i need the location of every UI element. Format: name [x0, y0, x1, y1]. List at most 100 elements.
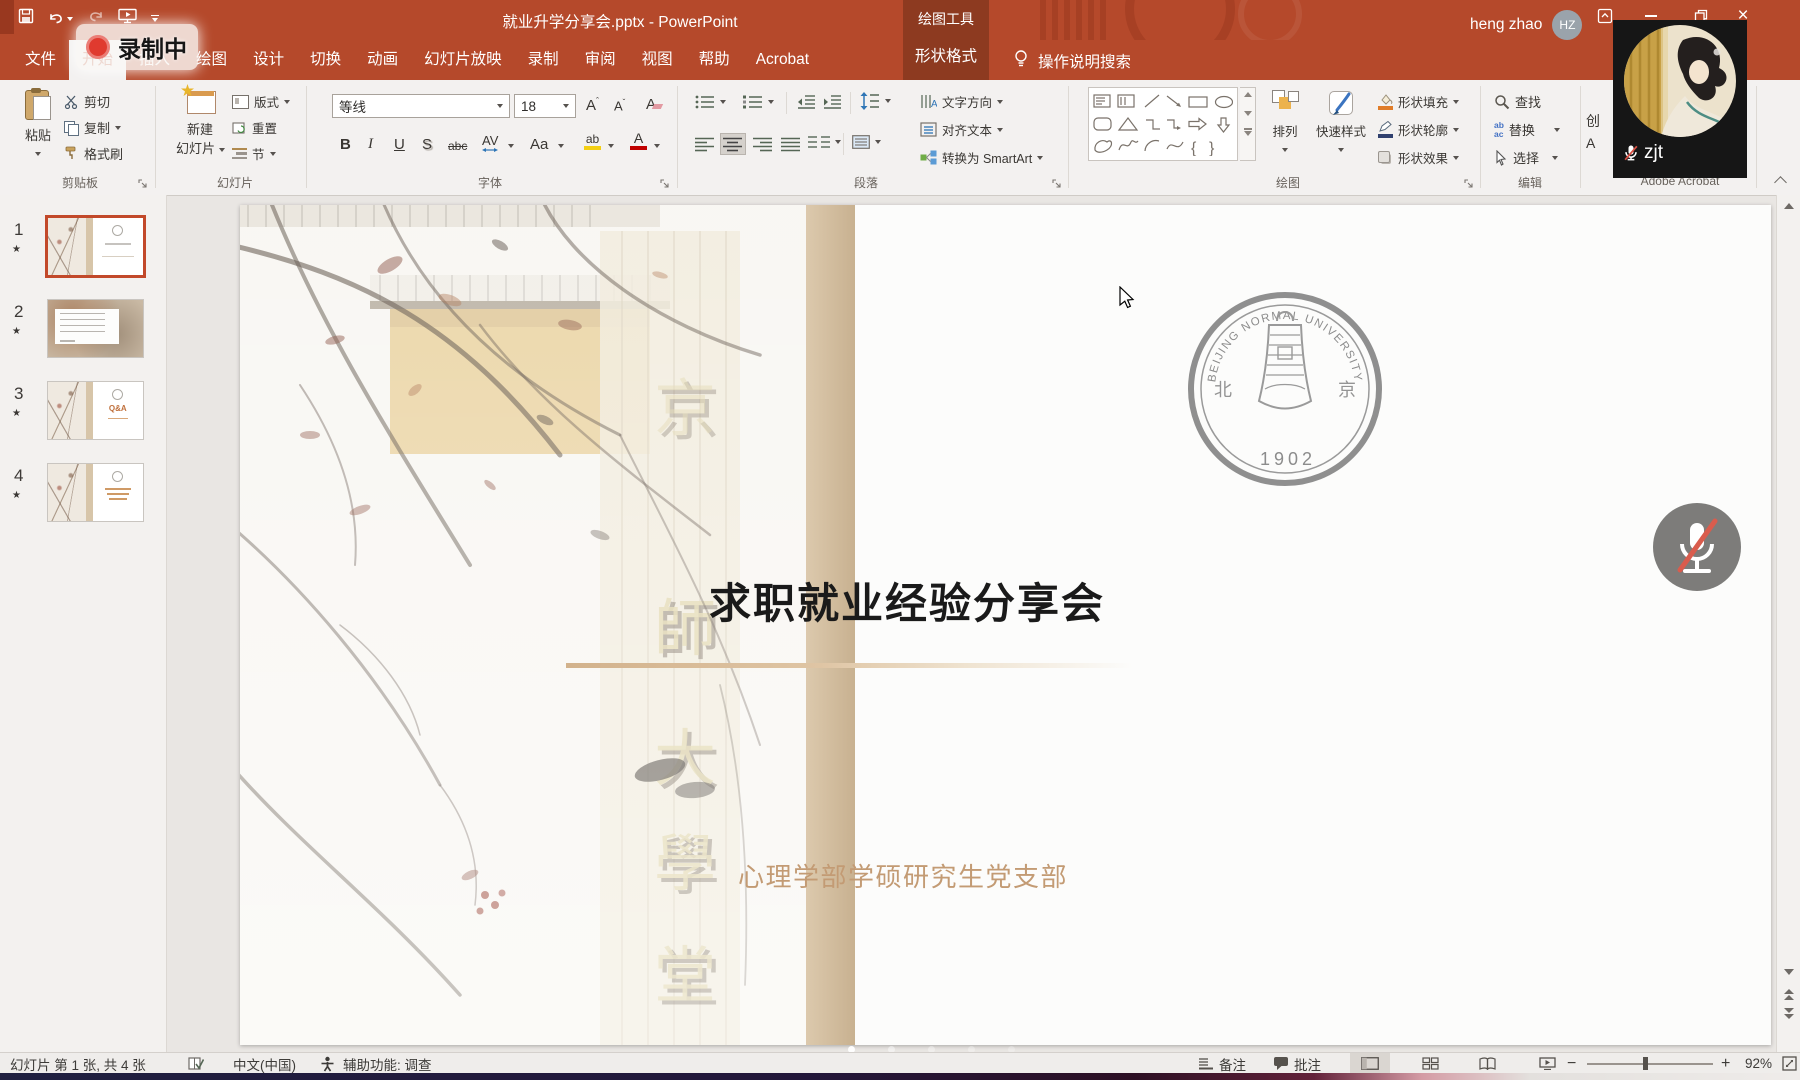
highlight-color-button[interactable]: ab	[584, 133, 601, 150]
tab-view[interactable]: 视图	[629, 40, 686, 80]
bold-button[interactable]: B	[340, 136, 351, 153]
new-slide-button[interactable]: 新建 幻灯片	[176, 88, 224, 157]
paste-dropdown-chevron[interactable]	[35, 152, 41, 156]
increase-indent-button[interactable]	[824, 94, 842, 115]
slide-title[interactable]: 求职就业经验分享会	[525, 570, 1289, 631]
slide-counter[interactable]: 幻灯片 第 1 张, 共 4 张	[10, 1053, 146, 1074]
quick-styles-button[interactable]: 快速样式	[1310, 90, 1372, 158]
shape-fill-button[interactable]: 形状填充	[1378, 92, 1459, 111]
select-button[interactable]: 选择	[1494, 148, 1558, 167]
accessibility-status[interactable]: 辅助功能: 调查	[343, 1053, 432, 1074]
account-user-name[interactable]: heng zhao	[1470, 16, 1542, 34]
slide-thumbnail-2[interactable]	[48, 300, 143, 357]
tab-help[interactable]: 帮助	[686, 40, 743, 80]
font-size-chevron[interactable]	[563, 104, 569, 108]
spacing-chevron[interactable]	[508, 144, 514, 148]
font-color-chevron[interactable]	[654, 144, 660, 148]
account-avatar[interactable]: HZ	[1552, 10, 1582, 40]
line-spacing-chevron[interactable]	[885, 99, 891, 103]
copy-button[interactable]: 复制	[64, 118, 121, 137]
scroll-down-icon[interactable]	[1784, 969, 1794, 975]
clipboard-dialog-launcher-icon[interactable]	[138, 176, 148, 194]
align-center-button[interactable]	[720, 133, 746, 155]
select-chevron[interactable]	[1552, 156, 1558, 160]
quick-styles-chevron[interactable]	[1338, 148, 1344, 152]
shape-outline-chevron[interactable]	[1453, 128, 1459, 132]
tab-slideshow[interactable]: 幻灯片放映	[411, 40, 515, 80]
accessibility-icon[interactable]	[320, 1053, 335, 1074]
tab-animations[interactable]: 动画	[354, 40, 411, 80]
zoom-out-button[interactable]: −	[1567, 1053, 1576, 1074]
align-text-chevron[interactable]	[997, 128, 1003, 132]
webcam-overlay[interactable]: zjt	[1613, 20, 1747, 178]
language-status[interactable]: 中文(中国)	[233, 1053, 296, 1074]
tab-transitions[interactable]: 切换	[297, 40, 354, 80]
slide-thumbnail-4[interactable]	[48, 464, 143, 521]
gallery-scroll-down-icon[interactable]	[1244, 111, 1252, 116]
justify-button[interactable]	[778, 133, 804, 155]
gallery-more-icon[interactable]	[1244, 131, 1252, 136]
character-spacing-button[interactable]: AV	[482, 134, 498, 153]
next-slide-button[interactable]	[1784, 1008, 1794, 1019]
clear-formatting-button[interactable]: A	[646, 96, 662, 113]
bullets-button[interactable]	[695, 94, 726, 110]
underline-button[interactable]: U	[394, 136, 405, 153]
bullets-chevron[interactable]	[720, 100, 726, 104]
font-color-button[interactable]: A	[630, 131, 647, 150]
section-dropdown-chevron[interactable]	[270, 152, 276, 156]
slide-canvas[interactable]: 京京 師師 大大 學學 堂堂	[240, 205, 1771, 1045]
line-spacing-button[interactable]	[860, 92, 891, 110]
tell-me-search[interactable]: 操作说明搜索	[1038, 50, 1131, 72]
zoom-slider-thumb[interactable]	[1643, 1057, 1648, 1070]
tab-review[interactable]: 审阅	[572, 40, 629, 80]
text-shadow-button[interactable]: S	[422, 136, 432, 153]
shape-fill-chevron[interactable]	[1453, 100, 1459, 104]
change-case-button[interactable]: Aa	[530, 136, 548, 153]
align-right-button[interactable]	[750, 133, 776, 155]
replace-chevron[interactable]	[1554, 128, 1560, 132]
shape-outline-button[interactable]: 形状轮廓	[1378, 120, 1459, 139]
tab-acrobat[interactable]: Acrobat	[743, 40, 822, 80]
shapes-gallery-scrollbar[interactable]	[1240, 87, 1256, 161]
highlight-chevron[interactable]	[608, 144, 614, 148]
normal-view-button[interactable]	[1350, 1053, 1390, 1074]
slide-sorter-view-button[interactable]	[1410, 1053, 1450, 1074]
tell-me-lightbulb-icon[interactable]	[1012, 48, 1030, 75]
comments-button[interactable]: 批注	[1273, 1053, 1321, 1074]
animation-star-icon[interactable]: ★	[12, 326, 21, 337]
shape-effects-button[interactable]: 形状效果	[1378, 148, 1459, 167]
slide-thumbnail-3[interactable]: Q&A	[48, 382, 143, 439]
italic-button[interactable]: I	[368, 136, 373, 153]
columns-chevron[interactable]	[835, 140, 841, 144]
copy-dropdown-chevron[interactable]	[115, 126, 121, 130]
font-name-chevron[interactable]	[497, 104, 503, 108]
new-slide-dropdown-chevron[interactable]	[219, 148, 225, 152]
zoom-slider-track[interactable]	[1587, 1063, 1713, 1065]
smartart-chevron[interactable]	[1037, 156, 1043, 160]
align-text-button[interactable]: 对齐文本	[920, 120, 1003, 139]
format-painter-button[interactable]: 格式刷	[64, 144, 123, 163]
cut-button[interactable]: 剪切	[64, 92, 110, 111]
shape-effects-chevron[interactable]	[1453, 156, 1459, 160]
paragraph-dialog-launcher-icon[interactable]	[1052, 176, 1062, 194]
animation-star-icon[interactable]: ★	[12, 408, 21, 419]
text-direction-button[interactable]: A 文字方向	[920, 92, 1003, 111]
tab-shape-format[interactable]: 形状格式	[903, 29, 989, 66]
align-left-button[interactable]	[692, 133, 718, 155]
zoom-level[interactable]: 92%	[1745, 1053, 1772, 1074]
layout-button[interactable]: 版式	[232, 92, 290, 111]
spellcheck-icon[interactable]	[188, 1053, 204, 1074]
tab-design[interactable]: 设计	[240, 40, 297, 80]
text-direction-chevron[interactable]	[997, 100, 1003, 104]
decrease-indent-button[interactable]	[798, 94, 816, 115]
reading-view-button[interactable]	[1467, 1053, 1507, 1074]
zoom-in-button[interactable]: +	[1721, 1053, 1730, 1074]
numbering-chevron[interactable]	[768, 100, 774, 104]
shapes-gallery[interactable]: { }	[1088, 87, 1238, 161]
microphone-muted-button[interactable]	[1652, 502, 1742, 592]
tab-file[interactable]: 文件	[12, 40, 69, 80]
columns-button[interactable]	[808, 135, 841, 149]
reset-button[interactable]: 重置	[232, 118, 277, 137]
gallery-scroll-up-icon[interactable]	[1244, 92, 1252, 97]
paste-button[interactable]: 粘贴	[16, 88, 60, 162]
